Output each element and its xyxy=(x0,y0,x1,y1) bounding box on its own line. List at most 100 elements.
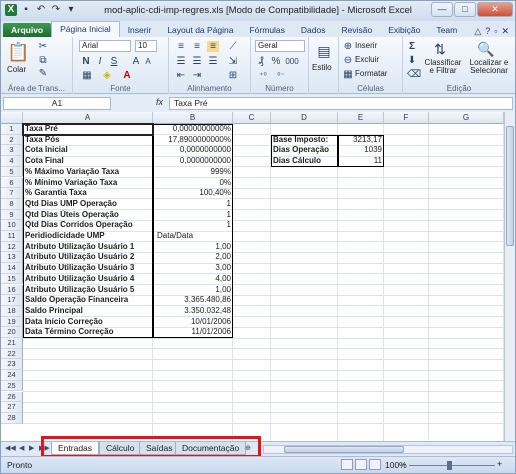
number-format-select[interactable]: Geral xyxy=(255,40,305,52)
formula-input[interactable]: Taxa Pré xyxy=(169,97,513,110)
row-header[interactable]: 4 xyxy=(1,156,23,167)
increase-indent-icon[interactable]: ⇥ xyxy=(191,70,203,81)
orientation-icon[interactable]: ⟋ xyxy=(227,41,239,52)
worksheet-grid[interactable]: A B C D E F G 1 2 3 4 5 6 7 8 9 10 11 12 13 14 15 16 17 18 19 20 21… xyxy=(1,112,504,441)
align-top-icon[interactable]: ≡ xyxy=(175,41,187,52)
row-header[interactable]: 10 xyxy=(1,220,23,231)
align-left-icon[interactable]: ☰ xyxy=(175,56,187,67)
shrink-font-icon[interactable]: A xyxy=(143,56,153,67)
name-box[interactable]: A1 xyxy=(3,97,111,110)
help-icon[interactable]: ? xyxy=(485,26,490,37)
row-header[interactable]: 21 xyxy=(1,338,23,349)
find-select-button[interactable]: Localizar e Selecionar xyxy=(465,59,513,75)
tab-arquivo[interactable]: Arquivo xyxy=(3,23,52,37)
cut-icon[interactable]: ✂ xyxy=(37,41,49,52)
clear-icon[interactable]: ⌫ xyxy=(407,69,421,80)
row-header[interactable]: 23 xyxy=(1,359,23,371)
horizontal-scrollbar[interactable] xyxy=(263,445,513,454)
autosum-button[interactable]: Σ xyxy=(407,41,417,52)
bold-button[interactable]: N xyxy=(81,56,91,67)
tab-layout[interactable]: Layout da Página xyxy=(159,23,241,37)
row-header[interactable]: 16 xyxy=(1,284,23,296)
copy-icon[interactable]: ⧉ xyxy=(37,55,49,66)
font-size-select[interactable]: 10 xyxy=(135,40,157,52)
restore-icon[interactable]: ▫ xyxy=(494,26,497,37)
row-header[interactable]: 11 xyxy=(1,231,23,242)
minimize-ribbon-icon[interactable]: △ xyxy=(474,26,481,37)
page-layout-view-icon[interactable] xyxy=(355,459,367,470)
zoom-slider[interactable] xyxy=(409,465,495,466)
row-header[interactable]: 7 xyxy=(1,188,23,199)
insert-function-icon[interactable]: fx xyxy=(156,97,163,107)
decrease-decimal-icon[interactable]: ⁰⁻ xyxy=(273,70,289,81)
close-button[interactable]: ✕ xyxy=(477,2,513,17)
row-header[interactable]: 22 xyxy=(1,348,23,360)
select-all-corner[interactable] xyxy=(1,112,23,124)
row-header[interactable]: 6 xyxy=(1,177,23,189)
merge-center-icon[interactable]: ⊞ xyxy=(227,70,239,81)
delete-icon[interactable]: ⊖ xyxy=(343,55,353,66)
format-button[interactable]: Formatar xyxy=(355,69,387,78)
borders-icon[interactable]: ▦ xyxy=(81,70,93,81)
row-header[interactable]: 9 xyxy=(1,209,23,221)
zoom-slider-knob[interactable] xyxy=(447,461,452,470)
tab-dados[interactable]: Dados xyxy=(293,23,334,37)
row-header[interactable]: 17 xyxy=(1,295,23,306)
row-header[interactable]: 25 xyxy=(1,380,23,392)
row-header[interactable]: 1 xyxy=(1,124,23,135)
row-header[interactable]: 20 xyxy=(1,327,23,338)
grow-font-icon[interactable]: A xyxy=(131,56,141,67)
percent-button[interactable]: % xyxy=(271,56,281,67)
zoom-in-button[interactable]: + xyxy=(497,459,502,469)
column-header[interactable]: G xyxy=(429,112,504,124)
paste-label[interactable]: Colar xyxy=(7,65,26,74)
find-select-icon[interactable]: 🔍 xyxy=(477,41,495,57)
row-header[interactable]: 8 xyxy=(1,198,23,210)
row-header[interactable]: 26 xyxy=(1,391,23,403)
first-sheet-icon[interactable]: ◀◀ xyxy=(5,444,16,452)
horizontal-scroll-thumb[interactable] xyxy=(284,446,404,453)
styles-label[interactable]: Estilo xyxy=(312,63,332,72)
font-color-icon[interactable]: A xyxy=(121,70,133,81)
tab-formulas[interactable]: Fórmulas xyxy=(241,23,292,37)
row-header[interactable]: 14 xyxy=(1,263,23,274)
sort-filter-icon[interactable]: ⇅ xyxy=(431,41,449,57)
row-header[interactable]: 28 xyxy=(1,412,23,424)
tab-team[interactable]: Team xyxy=(428,23,465,37)
fill-color-icon[interactable]: ◈ xyxy=(101,70,113,81)
normal-view-icon[interactable] xyxy=(341,459,353,470)
increase-decimal-icon[interactable]: ⁺⁰ xyxy=(255,70,271,81)
format-icon[interactable]: ▦ xyxy=(343,69,353,80)
delete-button[interactable]: Excluir xyxy=(355,55,379,64)
row-header[interactable]: 15 xyxy=(1,273,23,285)
sort-filter-button[interactable]: Classificar e Filtrar xyxy=(423,59,463,75)
vertical-scroll-thumb[interactable] xyxy=(506,126,514,246)
paste-icon[interactable]: 📋 xyxy=(7,41,29,63)
font-name-select[interactable]: Arial xyxy=(79,40,131,52)
align-center-icon[interactable]: ☰ xyxy=(191,56,203,67)
align-bottom-icon[interactable]: ≡ xyxy=(207,41,219,52)
align-middle-icon[interactable]: ≡ xyxy=(191,41,203,52)
column-header[interactable]: F xyxy=(384,112,429,124)
row-header[interactable]: 13 xyxy=(1,252,23,264)
insert-button[interactable]: Inserir xyxy=(355,41,377,50)
column-header[interactable]: B xyxy=(153,112,233,124)
tab-exibicao[interactable]: Exibição xyxy=(380,23,428,37)
tab-revisao[interactable]: Revisão xyxy=(334,23,381,37)
tab-pagina-inicial[interactable]: Página Inicial xyxy=(51,21,120,37)
column-header[interactable]: E xyxy=(338,112,384,124)
styles-icon[interactable]: ▤ xyxy=(317,43,331,59)
wrap-text-icon[interactable]: ⇲ xyxy=(227,56,239,67)
decrease-indent-icon[interactable]: ⇤ xyxy=(175,70,187,81)
italic-button[interactable]: I xyxy=(95,56,105,67)
tab-inserir[interactable]: Inserir xyxy=(120,23,160,37)
insert-icon[interactable]: ⊕ xyxy=(343,41,353,52)
zoom-out-button[interactable]: − xyxy=(401,459,406,469)
minimize-button[interactable]: — xyxy=(431,2,453,17)
maximize-button[interactable]: □ xyxy=(454,2,476,17)
column-header[interactable]: C xyxy=(233,112,271,124)
vertical-scrollbar[interactable] xyxy=(504,112,515,441)
currency-icon[interactable]: ₰ xyxy=(255,56,267,67)
align-right-icon[interactable]: ☰ xyxy=(207,56,219,67)
thousands-button[interactable]: 000 xyxy=(283,56,301,67)
